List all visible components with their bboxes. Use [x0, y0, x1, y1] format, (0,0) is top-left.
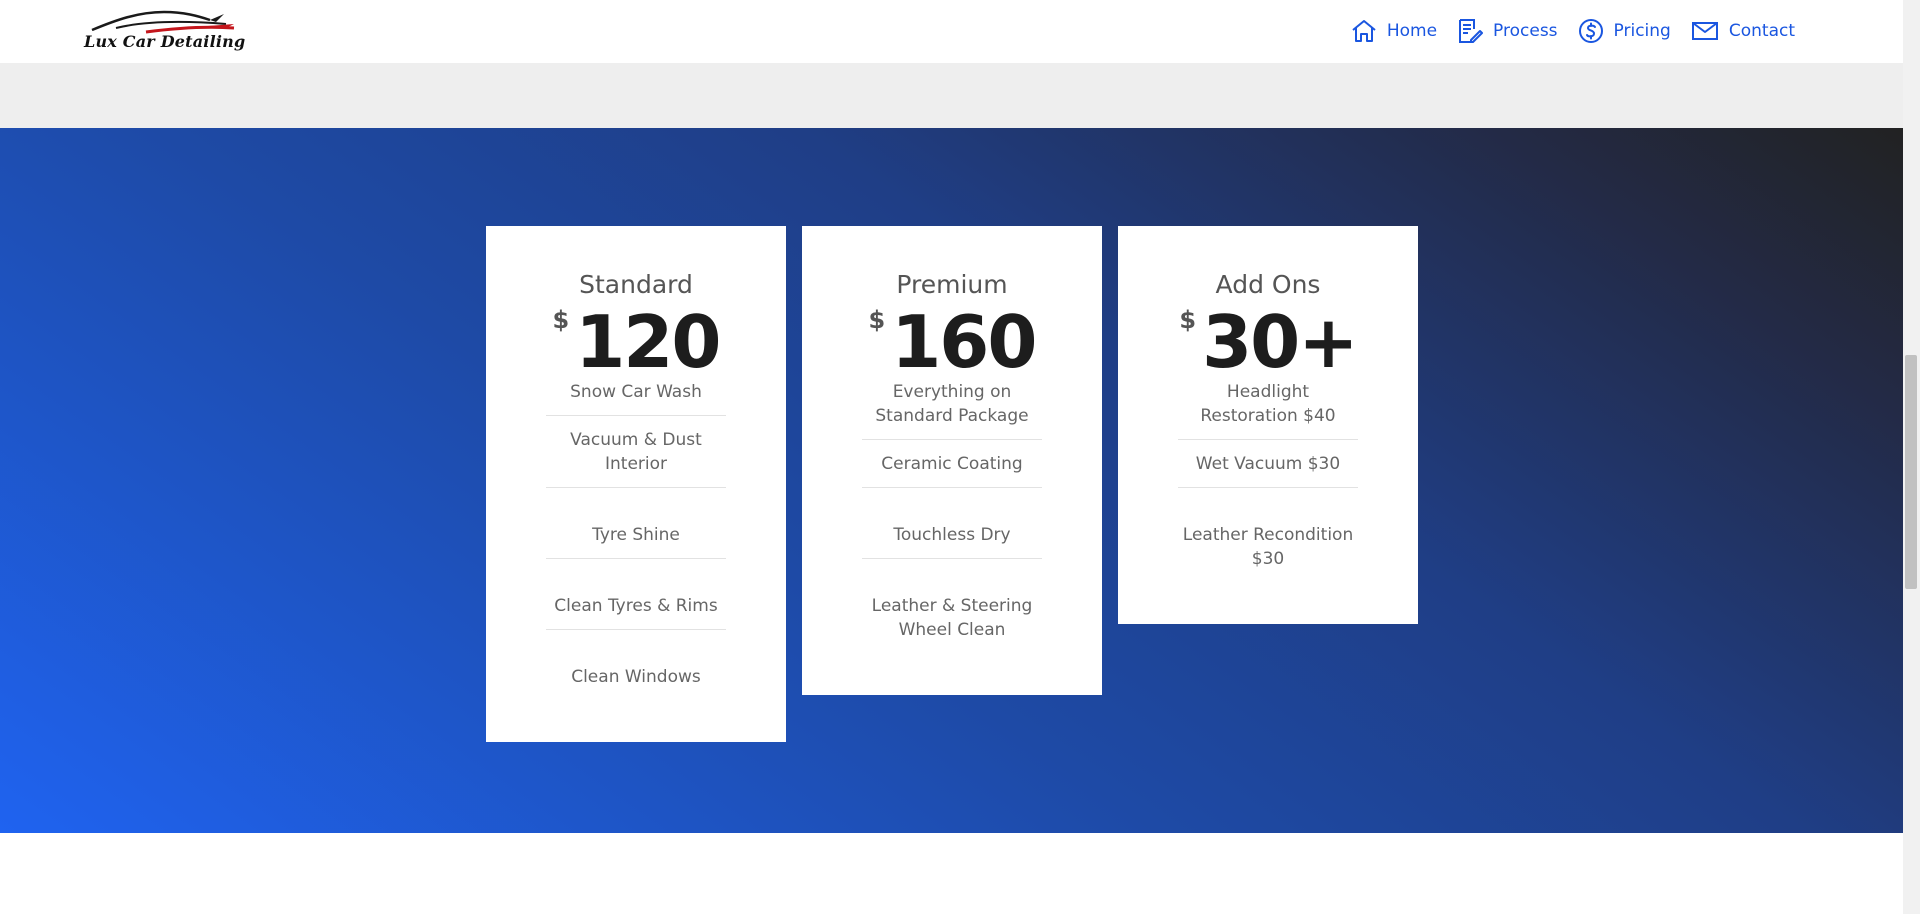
card-price: $30+ — [1118, 300, 1418, 384]
nav-home[interactable]: Home — [1351, 19, 1437, 43]
feature-item: Leather Recondition $30 — [1182, 525, 1354, 569]
site-header: Lux Car Detailing Home Process Pricing C… — [0, 0, 1903, 64]
feature-item: Clean Windows — [571, 667, 701, 687]
pricing-card-premium: Premium $160 Everything on Standard Pack… — [802, 226, 1102, 695]
mail-icon — [1691, 22, 1718, 40]
site-logo[interactable]: Lux Car Detailing — [82, 4, 245, 56]
nav-pricing[interactable]: Pricing — [1578, 18, 1671, 44]
feature-item: Headlight Restoration $40 — [1178, 380, 1358, 440]
price-amount: 160 — [891, 300, 1037, 384]
feature-item: Touchless Dry — [862, 488, 1042, 559]
currency-symbol: $ — [1179, 306, 1197, 334]
nav-contact-label: Contact — [1728, 21, 1795, 41]
feature-list: Headlight Restoration $40 Wet Vacuum $30… — [1178, 380, 1358, 582]
logo-text: Lux Car Detailing — [84, 32, 246, 51]
home-icon — [1352, 20, 1376, 42]
nav-pricing-label: Pricing — [1613, 21, 1671, 41]
feature-item: Clean Tyres & Rims — [546, 559, 726, 630]
nav-contact[interactable]: Contact — [1691, 20, 1795, 42]
nav-home-label: Home — [1386, 21, 1438, 41]
dollar-circle-icon — [1578, 19, 1603, 43]
card-title: Add Ons — [1215, 270, 1321, 299]
currency-symbol: $ — [868, 306, 886, 334]
document-edit-icon — [1459, 19, 1484, 43]
card-price: $120 — [486, 300, 786, 384]
price-amount: 30+ — [1202, 300, 1359, 384]
feature-list: Everything on Standard Package Ceramic C… — [862, 380, 1042, 653]
feature-item: Tyre Shine — [546, 488, 726, 559]
card-price: $160 — [802, 300, 1102, 384]
price-amount: 120 — [575, 300, 721, 384]
feature-item: Leather & Steering Wheel Clean — [871, 596, 1033, 640]
grey-band — [0, 63, 1903, 128]
currency-symbol: $ — [552, 306, 570, 334]
pricing-card-standard: Standard $120 Snow Car Wash Vacuum & Dus… — [486, 226, 786, 742]
feature-item: Ceramic Coating — [862, 440, 1042, 488]
nav-process[interactable]: Process — [1457, 18, 1558, 44]
feature-item: Snow Car Wash — [546, 380, 726, 416]
feature-item: Everything on Standard Package — [862, 380, 1042, 440]
main-nav: Home Process Pricing Contact — [1351, 14, 1795, 48]
pricing-card-addons: Add Ons $30+ Headlight Restoration $40 W… — [1118, 226, 1418, 624]
card-title: Standard — [579, 270, 693, 299]
page-scrollbar[interactable] — [1903, 0, 1920, 914]
nav-process-label: Process — [1493, 21, 1558, 41]
feature-list: Snow Car Wash Vacuum & Dust Interior Tyr… — [546, 380, 726, 700]
scrollbar-thumb[interactable] — [1905, 355, 1917, 589]
pricing-section: Standard $120 Snow Car Wash Vacuum & Dus… — [0, 128, 1903, 833]
feature-item: Wet Vacuum $30 — [1178, 440, 1358, 488]
feature-item: Vacuum & Dust Interior — [546, 416, 726, 488]
card-title: Premium — [896, 270, 1008, 299]
